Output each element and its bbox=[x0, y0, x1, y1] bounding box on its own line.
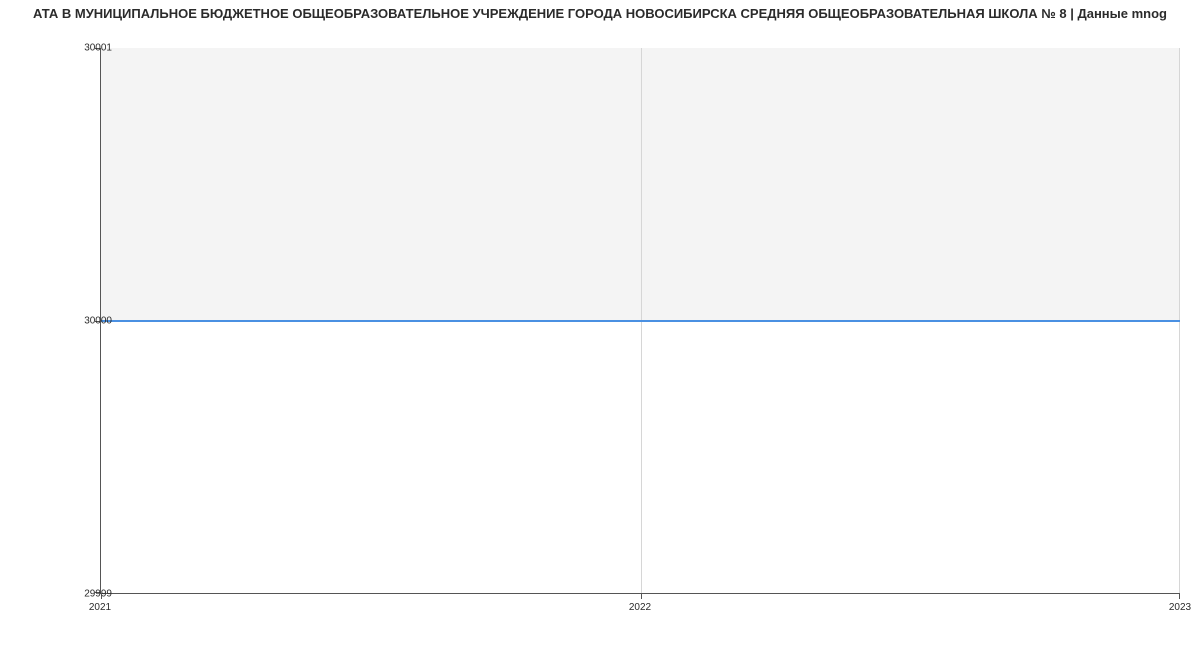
x-tick bbox=[641, 594, 642, 599]
data-line bbox=[101, 320, 1180, 322]
chart-title: АТА В МУНИЦИПАЛЬНОЕ БЮДЖЕТНОЕ ОБЩЕОБРАЗО… bbox=[0, 6, 1200, 21]
x-axis-label: 2022 bbox=[629, 602, 651, 613]
plot-area bbox=[100, 48, 1180, 594]
y-axis-label: 30001 bbox=[52, 43, 112, 54]
x-tick bbox=[1179, 594, 1180, 599]
x-axis-label: 2023 bbox=[1169, 602, 1191, 613]
y-axis-label: 30000 bbox=[52, 316, 112, 327]
y-axis-label: 29999 bbox=[52, 589, 112, 600]
x-axis-label: 2021 bbox=[89, 602, 111, 613]
